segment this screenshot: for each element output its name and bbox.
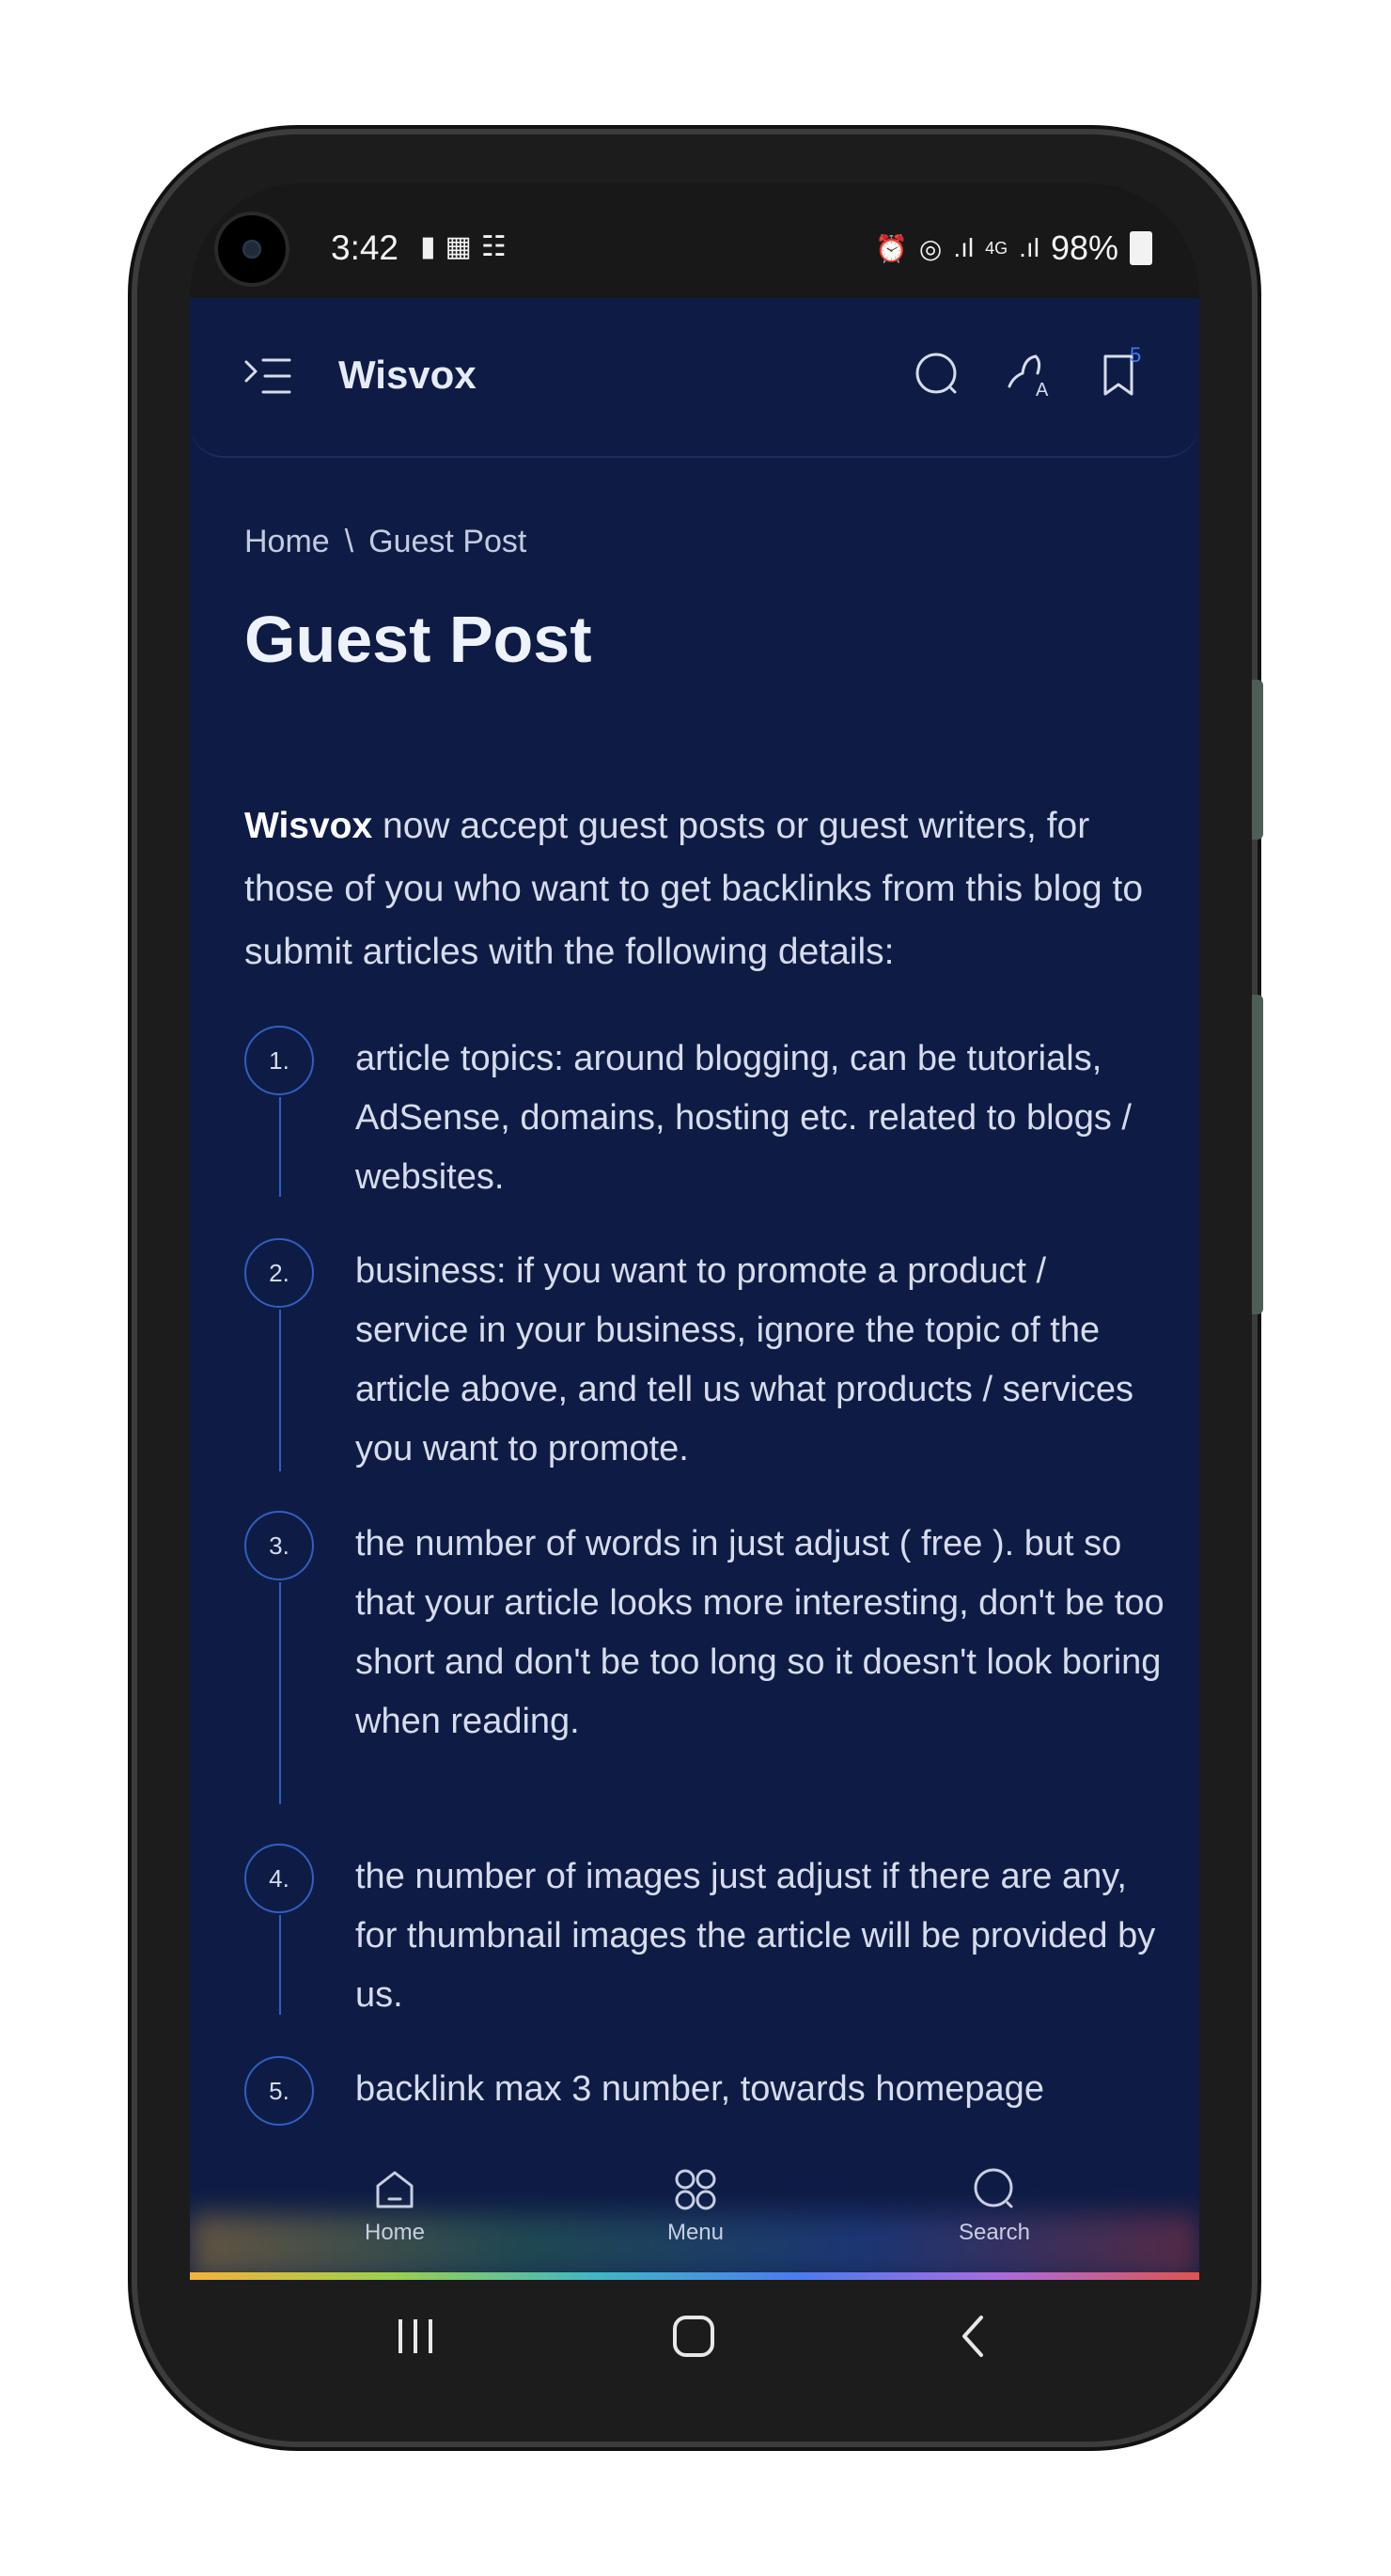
- front-camera: [218, 215, 286, 283]
- translate-icon[interactable]: A: [1004, 349, 1056, 401]
- list-number: 1.: [244, 1026, 314, 1095]
- battery-icon: [1130, 231, 1152, 265]
- bookmark-count-badge: 5: [1130, 343, 1142, 367]
- volume-button: [1252, 680, 1263, 840]
- signal-icon-2: .ıl: [1019, 233, 1039, 262]
- app-header: Wisvox A 5: [190, 298, 1199, 458]
- list-item-text: the number of images just adjust if ther…: [355, 1857, 1156, 2015]
- battery-percent: 98%: [1050, 228, 1118, 267]
- breadcrumb-current: Guest Post: [368, 524, 527, 559]
- breadcrumb-home-link[interactable]: Home: [244, 524, 330, 559]
- status-time: 3:42: [331, 228, 399, 267]
- list-number: 5.: [244, 2056, 314, 2126]
- list-number: 4.: [244, 1844, 314, 1913]
- nav-menu-label: Menu: [666, 2220, 725, 2245]
- nav-search-label: Search: [958, 2220, 1031, 2245]
- site-title[interactable]: Wisvox: [338, 353, 477, 398]
- network-type: 4G: [985, 238, 1008, 258]
- nav-search[interactable]: Search: [929, 2165, 1060, 2246]
- rainbow-accent-line: [190, 2272, 1199, 2280]
- list-item-text: business: if you want to promote a produ…: [355, 1251, 1133, 1469]
- phone-frame: 3:42 ▮▦☷ ⏰ ◎ .ıl 4G .ıl 98% Wisvox A 5 H…: [137, 134, 1263, 2442]
- menu-toggle-icon[interactable]: [244, 354, 291, 398]
- timeline-connector: [279, 1097, 281, 1197]
- list-item: 3. the number of words in just adjust ( …: [244, 1511, 1165, 1847]
- home-icon: [376, 2171, 414, 2208]
- breadcrumb: Home \ Guest Post: [244, 524, 541, 560]
- hotspot-icon: ◎: [918, 233, 943, 263]
- message-icon: ▮: [420, 231, 445, 262]
- nav-menu[interactable]: Menu: [630, 2165, 761, 2246]
- intro-paragraph: Wisvox now accept guest posts or guest w…: [244, 794, 1156, 983]
- status-bar: 3:42 ▮▦☷ ⏰ ◎ .ıl 4G .ıl 98%: [190, 183, 1199, 298]
- article-content: Home \ Guest Post Guest Post Wisvox now ac…: [190, 456, 1199, 2129]
- list-item: 4. the number of images just adjust if t…: [244, 1844, 1165, 2060]
- home-button-icon[interactable]: [669, 2312, 718, 2361]
- back-icon[interactable]: [949, 2312, 998, 2361]
- nav-home[interactable]: Home: [329, 2165, 461, 2246]
- screen: 3:42 ▮▦☷ ⏰ ◎ .ıl 4G .ıl 98% Wisvox A 5 H…: [190, 183, 1199, 2393]
- signal-icon: .ıl: [953, 233, 975, 262]
- search-icon[interactable]: [912, 349, 964, 401]
- svg-text:A: A: [1036, 380, 1049, 401]
- status-notification-icons: ▮▦☷: [420, 230, 516, 263]
- list-number: 3.: [244, 1511, 314, 1580]
- page-title: Guest Post: [244, 603, 592, 676]
- alarm-icon: ⏰: [875, 233, 908, 263]
- grid-icon: [675, 2169, 716, 2210]
- recent-apps-icon[interactable]: [391, 2312, 440, 2361]
- bottom-navigation: Home Menu Search: [190, 2129, 1199, 2280]
- image-icon: ▦: [445, 231, 481, 262]
- list-item-text: article topics: around blogging, can be …: [355, 1039, 1132, 1197]
- system-navigation-bar: [190, 2280, 1199, 2393]
- nav-home-label: Home: [364, 2220, 426, 2245]
- list-item-text: the number of words in just adjust ( fre…: [355, 1524, 1164, 1741]
- timeline-connector: [279, 1915, 281, 2015]
- timeline-connector: [279, 1310, 281, 1471]
- intro-bold: Wisvox: [244, 806, 373, 846]
- list-item: 2. business: if you want to promote a pr…: [244, 1238, 1165, 1515]
- list-item: 5. backlink max 3 number, towards homepa…: [244, 2056, 1165, 2129]
- list-item-text: backlink max 3 number, towards homepage: [355, 2069, 1044, 2109]
- requirements-list: 1. article topics: around blogging, can …: [244, 1026, 1165, 2129]
- search-icon: [974, 2168, 1013, 2208]
- timeline-connector: [279, 1582, 281, 1804]
- status-right: ⏰ ◎ .ıl 4G .ıl 98%: [875, 228, 1152, 268]
- breadcrumb-separator: \: [344, 524, 354, 559]
- notification-icon: ☷: [480, 231, 516, 262]
- intro-text: now accept guest posts or guest writers,…: [244, 806, 1144, 972]
- power-button: [1252, 995, 1263, 1314]
- list-number: 2.: [244, 1238, 314, 1308]
- list-item: 1. article topics: around blogging, can …: [244, 1026, 1165, 1242]
